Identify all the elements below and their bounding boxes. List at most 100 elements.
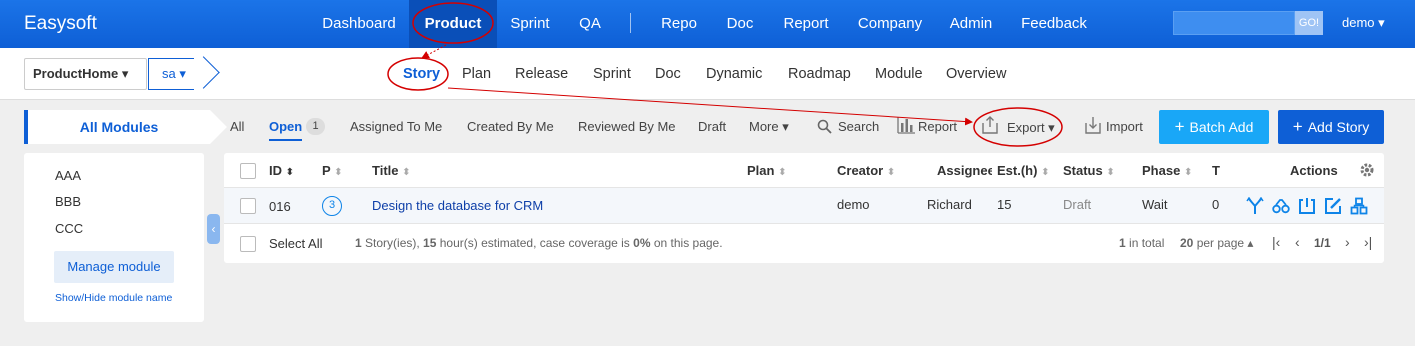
bar-chart-icon [897,117,915,134]
subnav-module[interactable]: Module [875,66,923,82]
row-id: 016 [269,199,291,214]
nav-company[interactable]: Company [852,0,928,48]
user-menu[interactable]: demo ▾ [1342,15,1385,31]
export-dropdown-button[interactable]: Export ▾ [1007,120,1055,136]
sidebar-collapse-icon[interactable]: ‹ [207,214,220,244]
manage-module-button[interactable]: Manage module [54,251,174,283]
gear-icon[interactable] [1359,162,1375,178]
filter-created-by-me[interactable]: Created By Me [467,119,554,134]
page-summary: 1 Story(ies), 15 hour(s) estimated, case… [355,236,723,250]
subnav-roadmap[interactable]: Roadmap [788,66,851,82]
col-title-label: Title [372,163,399,178]
summary-text-b: hour(s) estimated, case coverage is [436,236,634,250]
filter-draft[interactable]: Draft [698,119,726,134]
col-creator-header[interactable]: Creator ⬍ [837,163,895,178]
subnav-plan[interactable]: Plan [462,66,491,82]
prev-page-icon[interactable]: ‹ [1295,234,1300,250]
last-page-icon[interactable]: ›| [1364,234,1372,250]
nav-product[interactable]: Product [409,0,497,48]
subnav-dynamic[interactable]: Dynamic [706,66,762,82]
select-all-label[interactable]: Select All [269,236,322,251]
next-page-icon[interactable]: › [1345,234,1350,250]
sort-icon: ⬍ [334,167,343,178]
toggle-module-name-link[interactable]: Show/Hide module name [55,292,172,304]
plus-icon: + [1292,117,1303,136]
nav-qa[interactable]: QA [572,0,608,48]
story-title-link[interactable]: Design the database for CRM [372,198,543,213]
all-modules-header[interactable]: All Modules [24,110,210,144]
module-item-bbb[interactable]: BBB [55,194,81,209]
subnav-overview[interactable]: Overview [946,66,1006,82]
filter-assigned-to-me[interactable]: Assigned To Me [350,119,442,134]
subnav-doc[interactable]: Doc [655,66,681,82]
col-estimate-header[interactable]: Est.(h) ⬍ [997,163,1049,178]
sort-icon: ⬍ [1106,167,1115,178]
col-phase-header[interactable]: Phase ⬍ [1142,163,1192,178]
nav-repo[interactable]: Repo [656,0,702,48]
subnav-sprint[interactable]: Sprint [593,66,631,82]
total-number: 1 [1119,236,1126,250]
col-estimate-label: Est.(h) [997,163,1038,178]
filter-reviewed-by-me[interactable]: Reviewed By Me [578,119,676,134]
subnav-story[interactable]: Story [403,66,440,82]
subnav-release[interactable]: Release [515,66,568,82]
per-page-number: 20 [1180,236,1194,250]
row-assignee[interactable]: Richard [927,197,972,212]
row-status: Draft [1063,197,1092,212]
create-case-icon[interactable] [1350,197,1368,215]
col-title-header[interactable]: Title ⬍ [372,163,411,178]
brand-logo[interactable]: Easysoft [24,13,97,35]
priority-badge: 3 [322,196,342,216]
batch-add-button[interactable]: + Batch Add [1159,110,1269,144]
col-status-header[interactable]: Status ⬍ [1063,163,1115,178]
edit-icon[interactable] [1324,197,1342,215]
add-story-button[interactable]: + Add Story [1278,110,1384,144]
sort-icon: ⬍ [1183,167,1193,178]
change-icon[interactable] [1246,197,1264,215]
module-item-aaa[interactable]: AAA [55,168,81,183]
first-page-icon[interactable]: |‹ [1272,234,1280,250]
nav-dashboard[interactable]: Dashboard [316,0,402,48]
breadcrumb-product-select[interactable]: sa ▾ [148,58,194,90]
report-button[interactable]: Report [918,119,957,134]
module-tree-panel: AAA BBB CCC Manage module Show/Hide modu… [24,153,204,322]
col-actions-header: Actions [1290,163,1338,178]
select-all-header-checkbox[interactable] [240,163,256,179]
row-phase: Wait [1142,197,1168,212]
filter-all[interactable]: All [230,119,244,134]
total-count: 1 in total [1119,236,1164,250]
close-story-icon[interactable] [1298,197,1316,215]
search-go-button[interactable]: GO! [1295,11,1323,35]
nav-feedback[interactable]: Feedback [1014,0,1094,48]
col-t-header[interactable]: T [1212,163,1220,178]
row-checkbox[interactable] [240,198,256,214]
breadcrumb-product-home[interactable]: ProductHome ▾ [24,58,147,90]
row-estimate: 15 [997,197,1012,212]
col-assignee-header[interactable]: Assignee [937,163,992,178]
filter-open[interactable]: Open [269,119,303,141]
per-page-label: per page ▴ [1193,236,1254,250]
nav-report[interactable]: Report [778,0,834,48]
review-icon[interactable] [1272,197,1290,215]
search-toggle-button[interactable]: Search [838,119,879,134]
col-plan-header[interactable]: Plan ⬍ [747,163,786,178]
per-page-dropdown[interactable]: 20 per page ▴ [1180,236,1253,250]
nav-admin[interactable]: Admin [943,0,999,48]
summary-coverage: 0% [633,236,651,250]
summary-text-c: on this page. [650,236,723,250]
col-pri-label: P [322,163,331,178]
col-pri-header[interactable]: P ⬍ [322,163,342,178]
module-item-ccc[interactable]: CCC [55,221,83,236]
summary-count: 1 [355,236,362,250]
import-button[interactable]: Import [1106,119,1143,134]
import-icon [1085,117,1101,134]
select-all-checkbox[interactable] [240,236,256,252]
page-indicator: 1/1 [1314,236,1331,250]
nav-doc[interactable]: Doc [720,0,760,48]
col-id-header[interactable]: ID ⬍ [269,163,294,178]
batch-add-label: Batch Add [1189,119,1254,135]
global-search-input[interactable] [1173,11,1295,35]
col-id-label: ID [269,163,282,178]
nav-sprint[interactable]: Sprint [504,0,556,48]
filter-more-dropdown[interactable]: More ▾ [749,119,789,135]
